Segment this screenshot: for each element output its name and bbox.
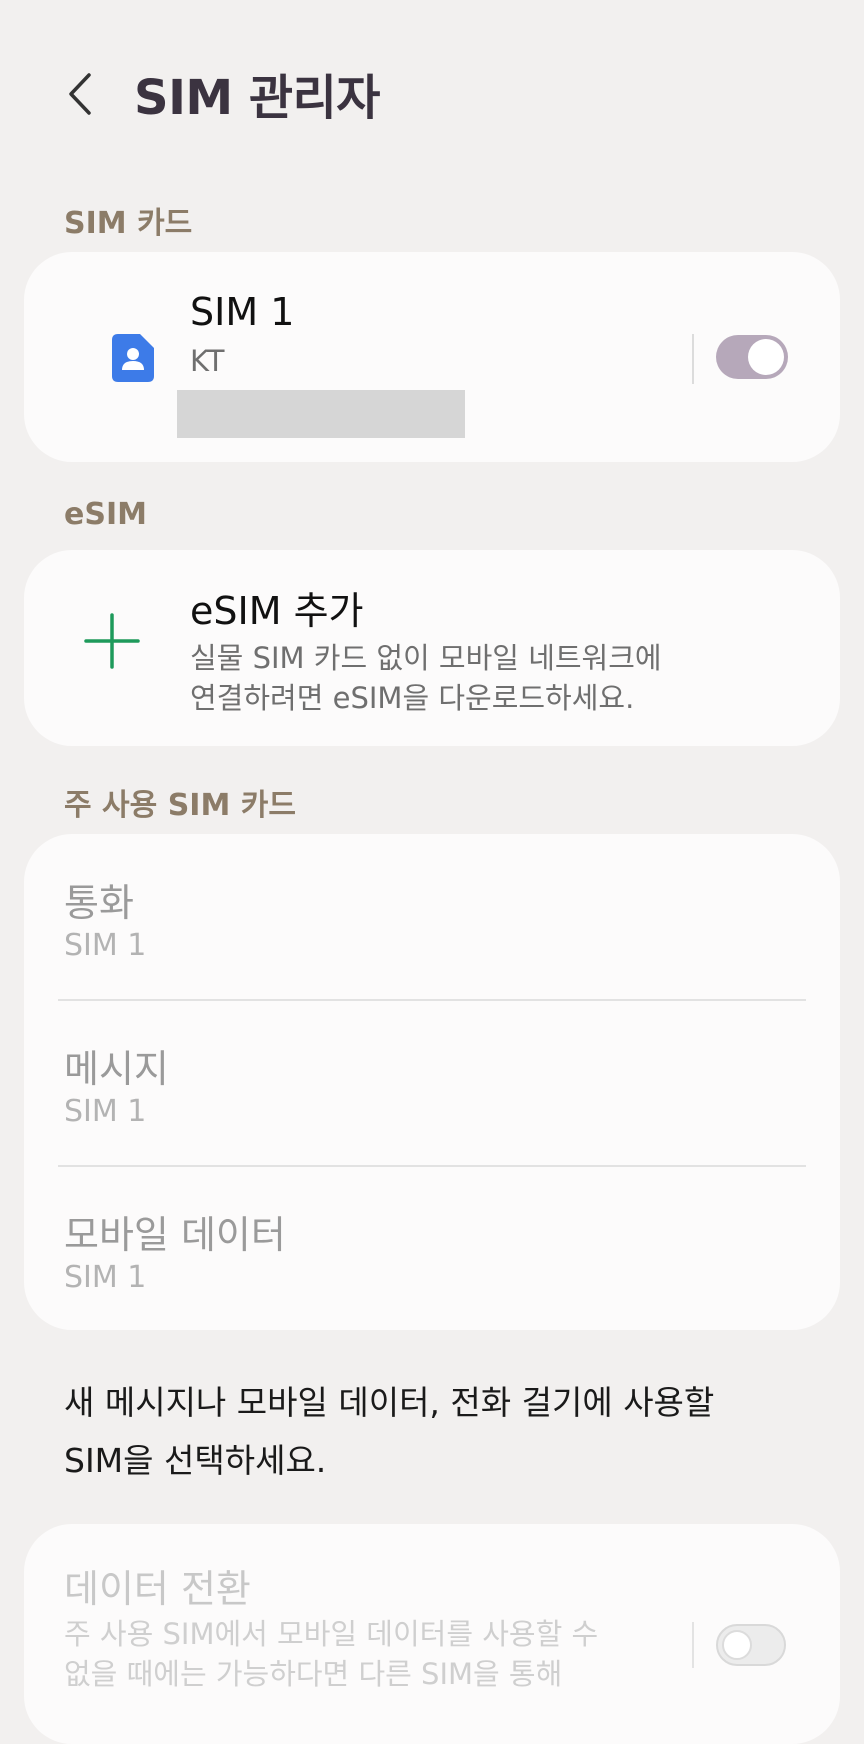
data-switch-card[interactable]: 데이터 전환 주 사용 SIM에서 모바일 데이터를 사용할 수 없을 때에는 …: [24, 1524, 840, 1744]
add-esim-description-line1: 실물 SIM 카드 없이 모바일 네트워크에: [190, 641, 662, 675]
app-bar: SIM 관리자: [0, 0, 864, 190]
sim1-name: SIM 1: [190, 290, 295, 334]
data-switch-toggle[interactable]: [716, 1624, 786, 1666]
data-switch-title: 데이터 전환: [64, 1567, 251, 1611]
chevron-left-icon: [69, 73, 91, 115]
data-switch-description-line2: 없을 때에는 가능하다면 다른 SIM을 통해: [64, 1657, 563, 1691]
add-esim-title: eSIM 추가: [190, 589, 364, 633]
add-esim-description: 실물 SIM 카드 없이 모바일 네트워크에 연결하려면 eSIM을 다운로드하…: [190, 638, 662, 718]
divider: [692, 334, 694, 384]
sim1-card[interactable]: SIM 1 KT: [24, 252, 840, 462]
preferred-sim-card: 통화 SIM 1 메시지 SIM 1 모바일 데이터 SIM 1: [24, 834, 840, 1330]
preferred-messages-label: 메시지: [64, 1047, 169, 1091]
footnote-line2: SIM을 선택하세요.: [64, 1441, 327, 1480]
toggle-knob: [748, 339, 784, 375]
page-title: SIM 관리자: [134, 70, 380, 126]
preferred-calls-label: 통화: [64, 881, 134, 925]
section-label-sim-card: SIM 카드: [64, 206, 193, 241]
section-label-preferred-sim: 주 사용 SIM 카드: [64, 788, 296, 823]
add-esim-card[interactable]: eSIM 추가 실물 SIM 카드 없이 모바일 네트워크에 연결하려면 eSI…: [24, 550, 840, 746]
plus-icon: [84, 613, 140, 669]
preferred-mobile-data-value: SIM 1: [64, 1260, 147, 1295]
sim1-carrier: KT: [190, 344, 225, 378]
preferred-calls-value: SIM 1: [64, 928, 147, 963]
sim1-toggle[interactable]: [716, 335, 788, 379]
sim-card-icon: [110, 332, 156, 384]
preferred-messages-row[interactable]: 메시지 SIM 1: [24, 1000, 840, 1165]
toggle-knob: [722, 1630, 752, 1660]
add-esim-description-line2: 연결하려면 eSIM을 다운로드하세요.: [190, 681, 635, 715]
back-button[interactable]: [56, 64, 104, 124]
preferred-messages-value: SIM 1: [64, 1094, 147, 1129]
footnote-line1: 새 메시지나 모바일 데이터, 전화 걸기에 사용할: [64, 1383, 715, 1422]
preferred-mobile-data-row[interactable]: 모바일 데이터 SIM 1: [24, 1166, 840, 1331]
redacted-phone-number: [177, 390, 465, 438]
data-switch-description-line1: 주 사용 SIM에서 모바일 데이터를 사용할 수: [64, 1617, 599, 1651]
section-label-esim: eSIM: [64, 497, 147, 532]
data-switch-description: 주 사용 SIM에서 모바일 데이터를 사용할 수 없을 때에는 가능하다면 다…: [64, 1614, 624, 1694]
preferred-mobile-data-label: 모바일 데이터: [64, 1213, 286, 1257]
preferred-calls-row[interactable]: 통화 SIM 1: [24, 834, 840, 999]
divider: [692, 1622, 694, 1668]
preferred-sim-footnote: 새 메시지나 모바일 데이터, 전화 걸기에 사용할 SIM을 선택하세요.: [64, 1374, 804, 1490]
